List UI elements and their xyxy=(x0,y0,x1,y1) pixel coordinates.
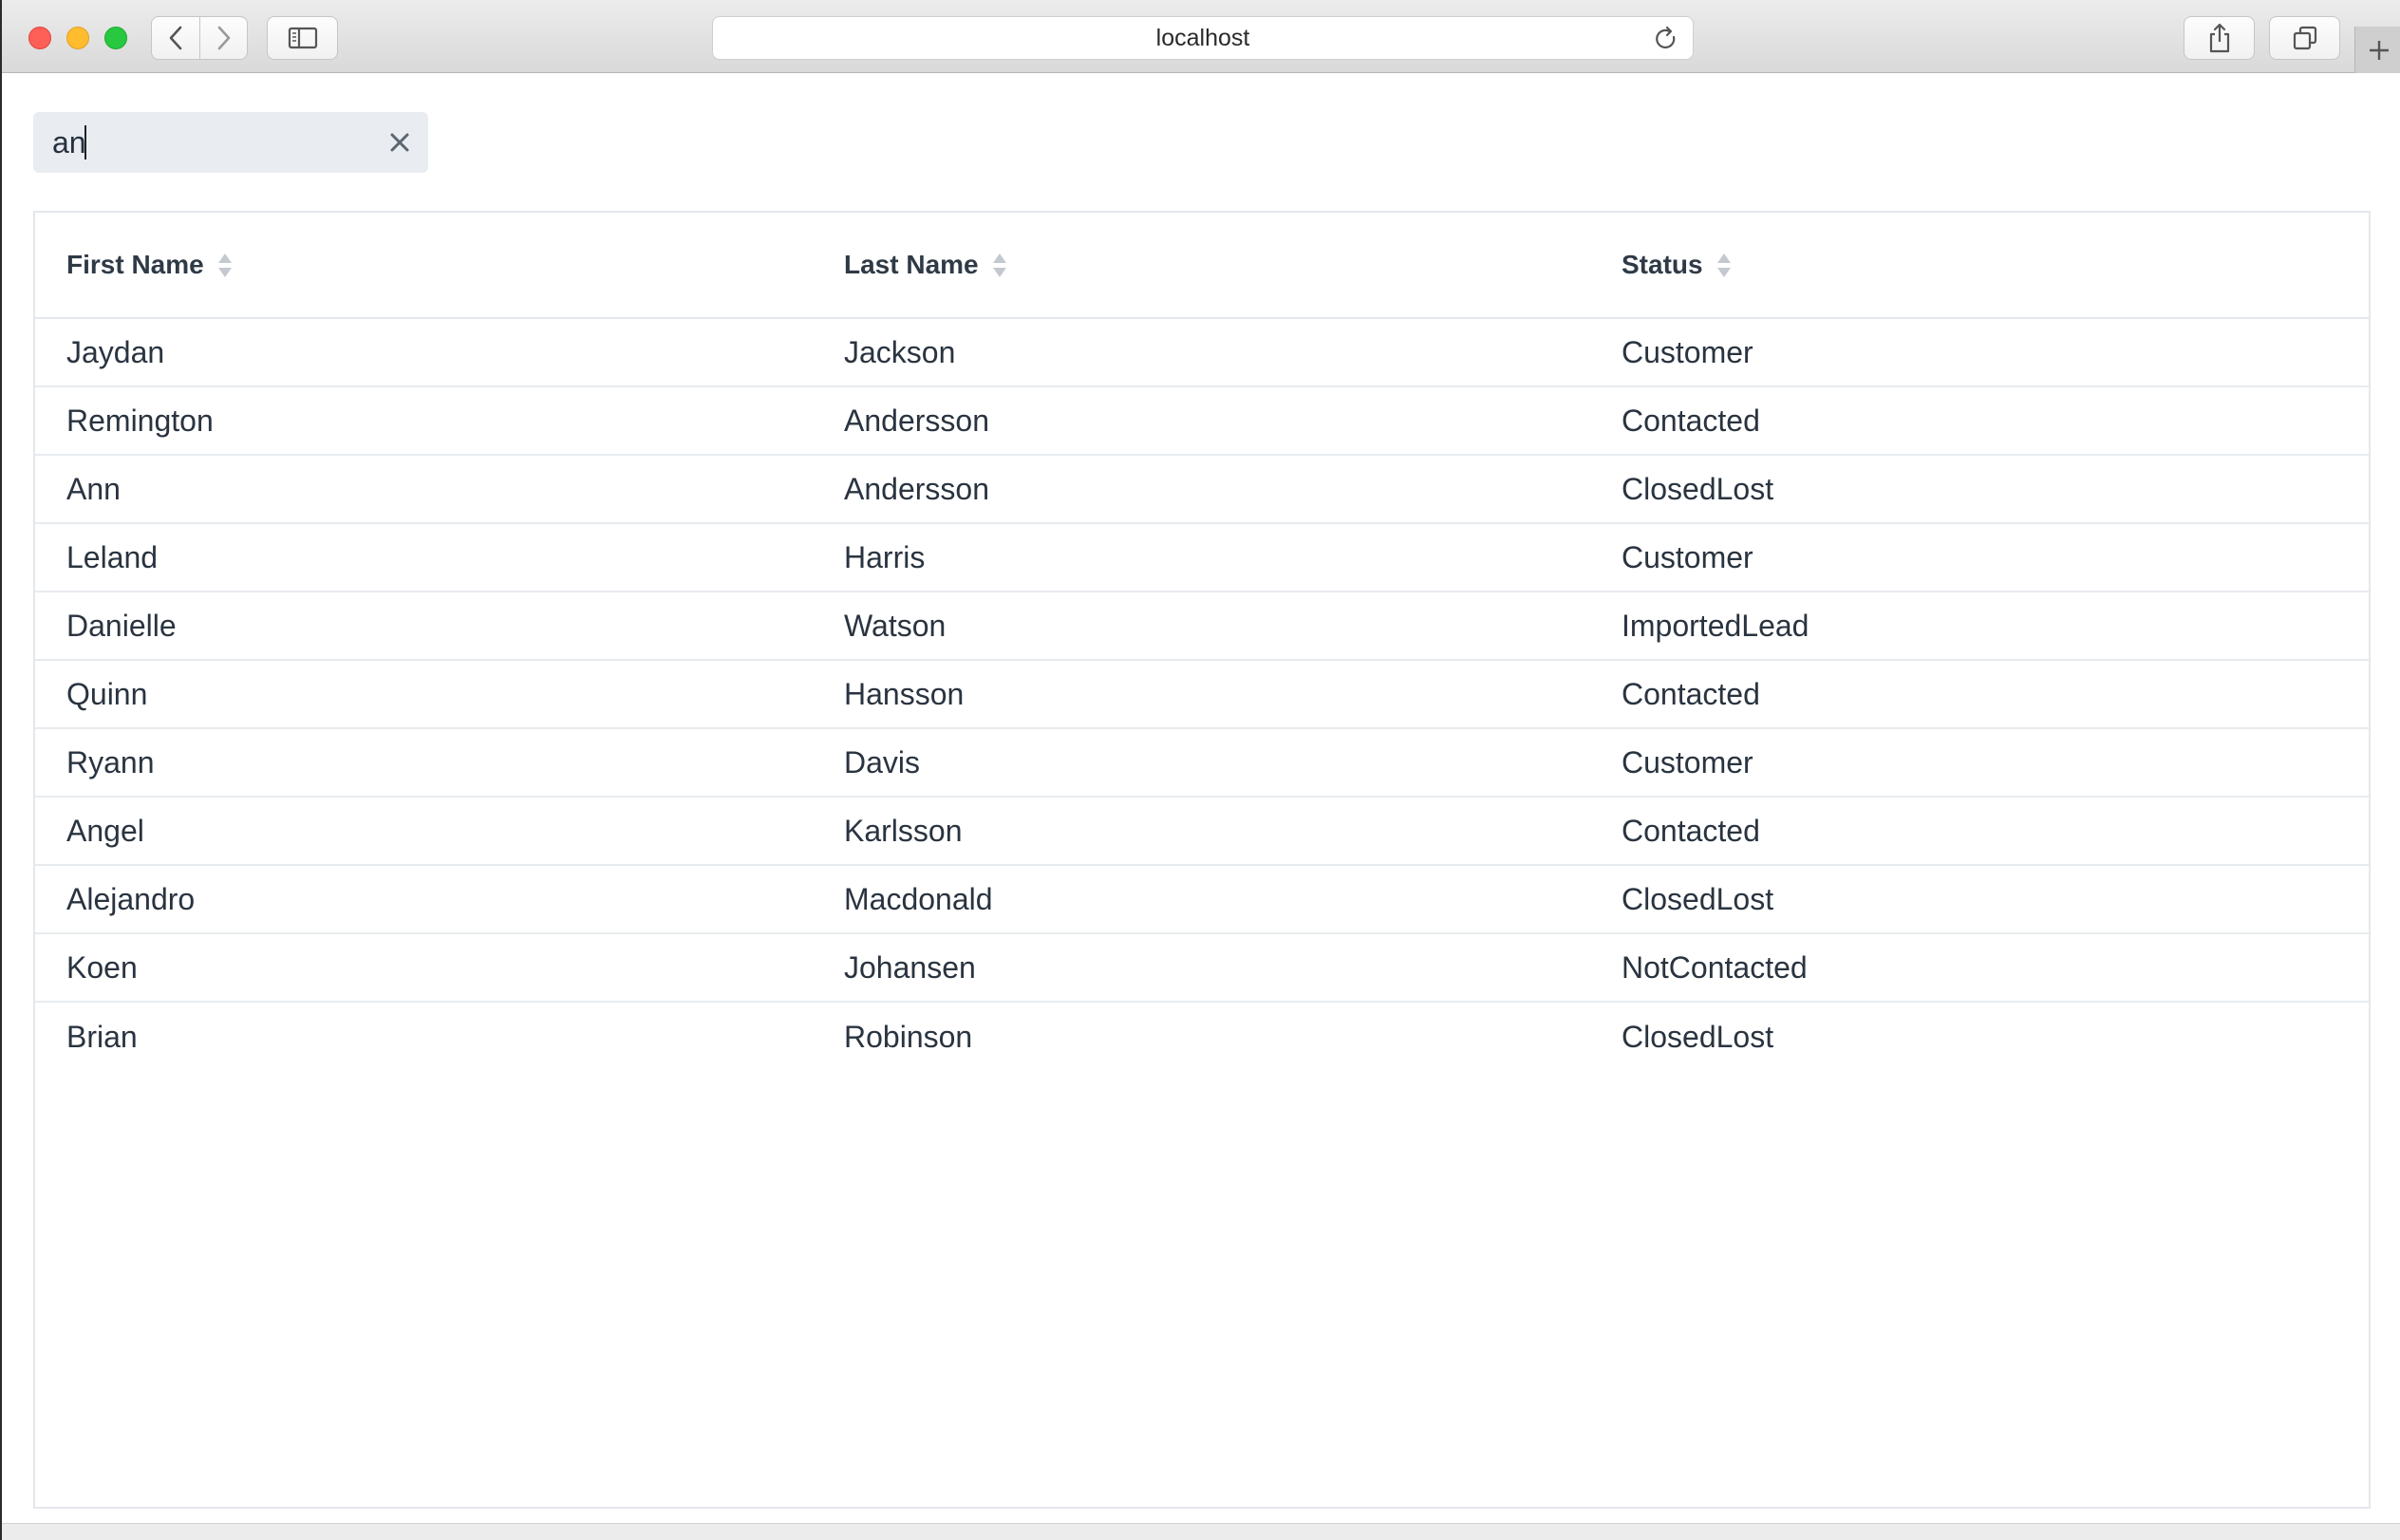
grid-header-row: First Name Last Name Status xyxy=(35,213,2369,319)
cell-first-name: Jaydan xyxy=(66,334,165,369)
cell-status: Customer xyxy=(1622,744,1753,779)
sidebar-toggle-group xyxy=(267,16,338,60)
chevron-right-icon xyxy=(217,26,230,50)
sidebar-icon xyxy=(288,27,317,49)
column-header-status[interactable]: Status xyxy=(1590,250,2369,280)
tabs-overview-icon xyxy=(2293,26,2316,50)
sort-icon[interactable] xyxy=(217,253,233,278)
table-row[interactable]: Brian Robinson ClosedLost xyxy=(35,1003,2369,1071)
cell-last-name: Andersson xyxy=(844,403,989,438)
cell-last-name: Robinson xyxy=(844,1019,973,1054)
cell-first-name: Leland xyxy=(66,539,159,574)
cell-status: Contacted xyxy=(1622,813,1760,848)
cell-first-name: Koen xyxy=(66,949,138,985)
cell-last-name: Jackson xyxy=(844,334,956,369)
tabs-group xyxy=(2269,16,2340,60)
cell-status: Contacted xyxy=(1622,403,1760,438)
table-row[interactable]: Ann Andersson ClosedLost xyxy=(35,456,2369,524)
reload-icon[interactable] xyxy=(1653,26,1679,52)
grid-body: Jaydan Jackson Customer Remington Andersson… xyxy=(35,319,2369,1071)
cell-status: Customer xyxy=(1622,539,1753,574)
search-field[interactable]: an xyxy=(33,112,428,173)
close-window-button[interactable] xyxy=(28,27,51,49)
address-bar[interactable]: localhost xyxy=(712,16,1694,60)
cell-first-name: Quinn xyxy=(66,676,148,711)
column-header-last-name[interactable]: Last Name xyxy=(813,250,1590,280)
cell-first-name: Remington xyxy=(66,403,214,438)
cell-status: ClosedLost xyxy=(1622,1019,1774,1054)
table-row[interactable]: Quinn Hansson Contacted xyxy=(35,661,2369,729)
close-icon xyxy=(390,133,409,152)
cell-last-name: Johansen xyxy=(844,949,976,985)
table-row[interactable]: Angel Karlsson Contacted xyxy=(35,798,2369,866)
table-row[interactable]: Danielle Watson ImportedLead xyxy=(35,592,2369,661)
tabs-overview-button[interactable] xyxy=(2270,17,2339,59)
clear-search-button[interactable] xyxy=(371,112,428,173)
table-row[interactable]: Remington Andersson Contacted xyxy=(35,387,2369,456)
column-header-label: Status xyxy=(1622,250,1703,279)
search-value: an xyxy=(52,124,86,160)
cell-first-name: Brian xyxy=(66,1019,138,1054)
table-row[interactable]: Jaydan Jackson Customer xyxy=(35,319,2369,387)
chevron-left-icon xyxy=(169,26,182,50)
column-header-first-name[interactable]: First Name xyxy=(35,250,813,280)
page-content: an First Name Last Name Status Jaydan Ja… xyxy=(2,74,2400,1540)
new-tab-button[interactable] xyxy=(2354,27,2400,73)
sort-icon[interactable] xyxy=(992,253,1007,278)
cell-first-name: Ann xyxy=(66,471,121,506)
forward-button[interactable] xyxy=(199,17,247,59)
share-group xyxy=(2184,16,2255,60)
cell-last-name: Davis xyxy=(844,744,921,779)
cell-status: ImportedLead xyxy=(1622,608,1809,643)
back-button[interactable] xyxy=(152,17,199,59)
cell-status: ClosedLost xyxy=(1622,881,1774,916)
share-button[interactable] xyxy=(2184,17,2254,59)
cell-first-name: Angel xyxy=(66,813,144,848)
browser-toolbar: localhost xyxy=(2,0,2400,73)
cell-last-name: Harris xyxy=(844,539,926,574)
table-row[interactable]: Ryann Davis Customer xyxy=(35,729,2369,798)
minimize-window-button[interactable] xyxy=(66,27,89,49)
cell-last-name: Watson xyxy=(844,608,947,643)
text-caret xyxy=(84,125,86,160)
sort-icon[interactable] xyxy=(1716,253,1732,278)
cell-status: NotContacted xyxy=(1622,949,1808,985)
cell-status: Contacted xyxy=(1622,676,1760,711)
cell-first-name: Ryann xyxy=(66,744,155,779)
cell-first-name: Danielle xyxy=(66,608,177,643)
cell-status: Customer xyxy=(1622,334,1753,369)
column-header-label: First Name xyxy=(66,250,204,279)
navigation-buttons xyxy=(151,16,248,60)
share-icon xyxy=(2209,23,2229,53)
cell-status: ClosedLost xyxy=(1622,471,1774,506)
browser-window: localhost an First Name Last Name Status… xyxy=(0,0,2400,1540)
url-text: localhost xyxy=(1155,24,1250,51)
column-header-label: Last Name xyxy=(844,250,979,279)
cell-last-name: Andersson xyxy=(844,471,989,506)
data-grid: First Name Last Name Status Jaydan Jacks… xyxy=(33,211,2371,1509)
sidebar-button[interactable] xyxy=(268,17,337,59)
window-bottom-edge xyxy=(2,1523,2400,1540)
cell-last-name: Macdonald xyxy=(844,881,993,916)
plus-icon xyxy=(2369,40,2389,60)
cell-first-name: Alejandro xyxy=(66,881,196,916)
search-input[interactable]: an xyxy=(33,112,371,173)
table-row[interactable]: Leland Harris Customer xyxy=(35,524,2369,592)
table-row[interactable]: Koen Johansen NotContacted xyxy=(35,934,2369,1003)
cell-last-name: Karlsson xyxy=(844,813,963,848)
table-row[interactable]: Alejandro Macdonald ClosedLost xyxy=(35,866,2369,934)
zoom-window-button[interactable] xyxy=(104,27,127,49)
cell-last-name: Hansson xyxy=(844,676,965,711)
